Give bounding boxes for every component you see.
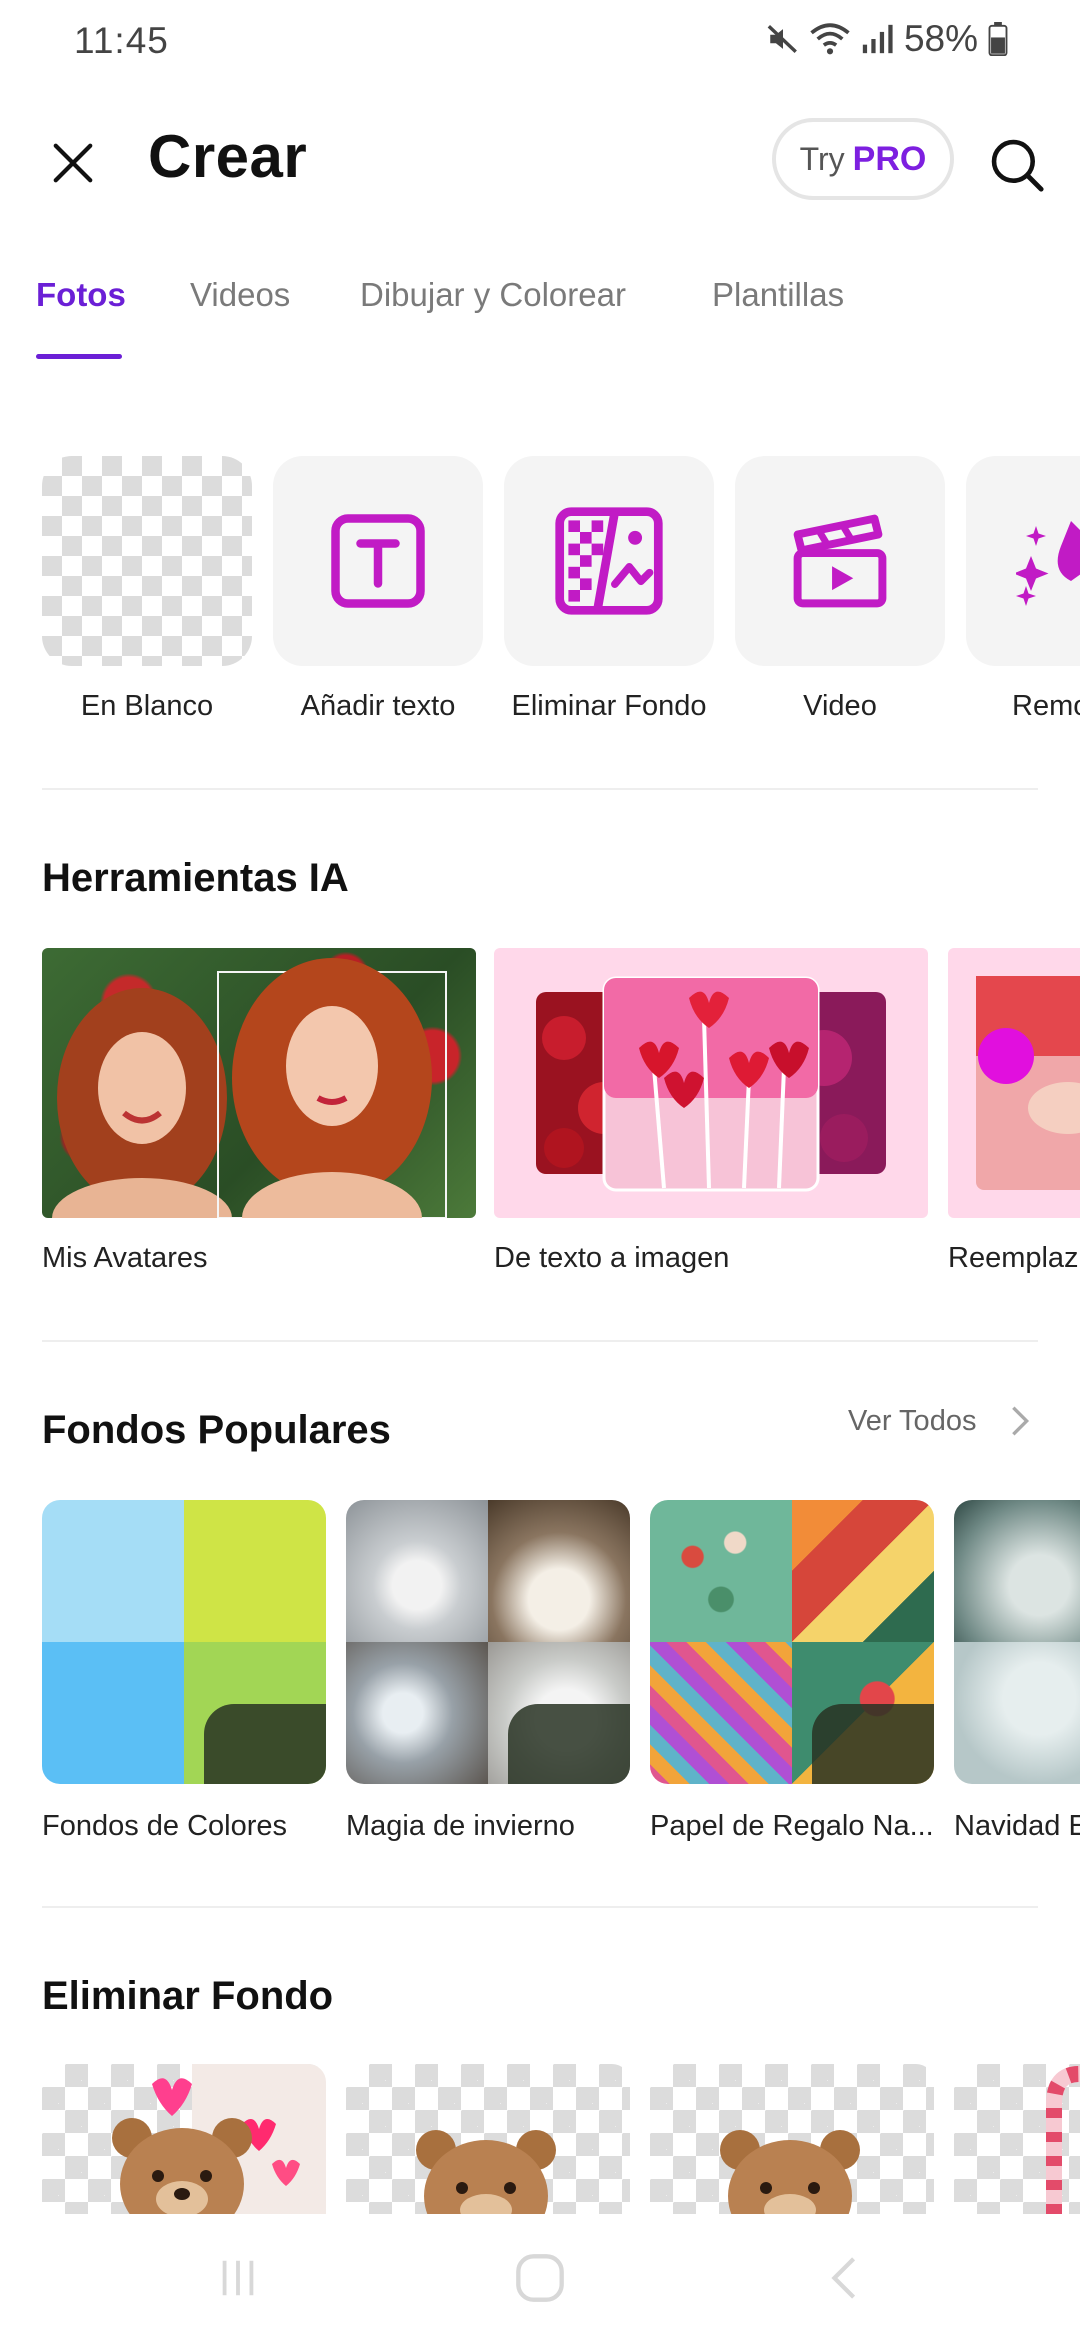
home-button[interactable] bbox=[510, 2250, 570, 2306]
back-icon bbox=[831, 2257, 856, 2299]
ai-tools-row: Mis Avatares De texto a imagen Reemplaz bbox=[0, 948, 1080, 1288]
status-time: 11:45 bbox=[74, 20, 169, 61]
remove-background-example[interactable] bbox=[650, 2064, 934, 2214]
wifi-icon bbox=[810, 23, 850, 55]
try-pro-button[interactable]: Try PRO bbox=[772, 118, 954, 200]
quick-tool-blank[interactable]: En Blanco bbox=[42, 456, 252, 723]
section-title-ai-tools: Herramientas IA bbox=[42, 856, 349, 900]
quick-tools-row: En Blanco Añadir texto Eliminar Fondo Vi… bbox=[0, 456, 1080, 736]
quick-tool-video[interactable]: Video bbox=[735, 456, 945, 723]
tab-videos[interactable]: Videos bbox=[190, 276, 290, 314]
tab-plantillas[interactable]: Plantillas bbox=[712, 276, 844, 314]
signal-icon bbox=[862, 24, 893, 54]
background-pack[interactable]: 8 Papel de Regalo Na... bbox=[650, 1500, 934, 1843]
pack-count-badge: 7 bbox=[508, 1704, 630, 1784]
sparkle-icon bbox=[1016, 521, 1080, 606]
quick-tool-label: En Blanco bbox=[80, 690, 214, 722]
ai-tool-label: Reemplaz bbox=[948, 1242, 1079, 1274]
quick-tool-label: Remo bbox=[1012, 690, 1080, 722]
section-title-remove-background: Eliminar Fondo bbox=[42, 1974, 334, 2018]
page-title: Crear bbox=[148, 123, 308, 190]
search-button[interactable] bbox=[982, 130, 1052, 200]
candy-cane-image bbox=[1046, 2065, 1080, 2214]
remove-background-icon bbox=[555, 507, 663, 615]
background-pack-label: Papel de Regalo Na... bbox=[650, 1810, 934, 1842]
quick-tool-label: Eliminar Fondo bbox=[511, 690, 707, 722]
active-tab-indicator bbox=[36, 354, 122, 359]
see-all-label: Ver Todos bbox=[848, 1404, 977, 1437]
recent-apps-icon bbox=[222, 2260, 254, 2296]
popular-backgrounds-row: 17 Fondos de Colores 7 Magia de invierno… bbox=[0, 1500, 1080, 1860]
battery-percent: 58% bbox=[903, 18, 978, 59]
remove-background-example[interactable] bbox=[42, 2064, 326, 2214]
recent-apps-button[interactable] bbox=[208, 2250, 268, 2306]
remove-background-example[interactable] bbox=[954, 2064, 1080, 2214]
avatars-thumbnail bbox=[42, 948, 476, 1218]
text-to-image-illustration bbox=[536, 976, 886, 1192]
background-pack[interactable]: Navidad E bbox=[954, 1500, 1080, 1843]
text-to-image-thumbnail bbox=[494, 948, 928, 1218]
ai-tool-avatars[interactable]: Mis Avatares bbox=[42, 948, 476, 1275]
replace-thumbnail bbox=[948, 948, 1080, 1218]
background-pack-label: Magia de invierno bbox=[346, 1810, 575, 1842]
divider bbox=[42, 1340, 1038, 1342]
divider bbox=[42, 788, 1038, 790]
pro-label: PRO bbox=[852, 139, 927, 178]
mute-icon bbox=[767, 25, 797, 53]
remove-background-example[interactable] bbox=[346, 2064, 630, 2214]
avatars-illustration bbox=[52, 958, 447, 1218]
quick-tool-label: Video bbox=[803, 690, 877, 722]
home-icon bbox=[516, 2254, 564, 2302]
color-backgrounds-thumbnail: 17 bbox=[42, 1500, 326, 1784]
try-label: Try bbox=[799, 140, 845, 177]
category-tabs: Fotos Videos Dibujar y Colorear Plantill… bbox=[0, 268, 1080, 360]
checkerboard-icon bbox=[42, 456, 252, 666]
background-pack-label: Fondos de Colores bbox=[42, 1810, 288, 1842]
teddy-bear-image bbox=[112, 2064, 326, 2214]
tab-dibujar-y-colorear[interactable]: Dibujar y Colorear bbox=[360, 276, 626, 314]
pack-count-badge: 17 bbox=[204, 1704, 326, 1784]
quick-tool-remove-background[interactable]: Eliminar Fondo bbox=[504, 456, 714, 723]
tab-fotos[interactable]: Fotos bbox=[36, 276, 126, 314]
back-button[interactable] bbox=[814, 2250, 874, 2306]
close-icon bbox=[53, 143, 93, 183]
app-header: Crear Try PRO bbox=[0, 110, 1080, 210]
battery-icon bbox=[988, 22, 1008, 56]
background-pack[interactable]: 17 Fondos de Colores bbox=[42, 1500, 326, 1843]
christmas-thumbnail bbox=[954, 1500, 1080, 1784]
teddy-bear-image bbox=[720, 2130, 860, 2214]
close-button[interactable] bbox=[40, 130, 106, 196]
teddy-bear-image bbox=[416, 2130, 556, 2214]
clapperboard-icon bbox=[793, 514, 887, 608]
system-nav-bar bbox=[0, 2214, 1080, 2340]
background-pack-label: Navidad E bbox=[954, 1810, 1080, 1842]
winter-magic-thumbnail: 7 bbox=[346, 1500, 630, 1784]
quick-tool-add-text[interactable]: Añadir texto bbox=[273, 456, 483, 723]
ai-tool-replace[interactable]: Reemplaz bbox=[948, 948, 1080, 1275]
chevron-right-icon bbox=[1012, 1406, 1030, 1436]
background-pack[interactable]: 7 Magia de invierno bbox=[346, 1500, 630, 1843]
ai-tool-label: Mis Avatares bbox=[42, 1242, 208, 1274]
divider bbox=[42, 1906, 1038, 1908]
status-bar: 11:45 58% bbox=[0, 0, 1080, 90]
see-all-link[interactable]: Ver Todos bbox=[848, 1404, 1030, 1438]
status-icons: 58% bbox=[766, 18, 1008, 60]
pack-count-badge: 8 bbox=[812, 1704, 934, 1784]
quick-tool-remove[interactable]: Remo bbox=[966, 456, 1080, 723]
section-title-popular-backgrounds: Fondos Populares bbox=[42, 1408, 391, 1452]
search-icon bbox=[991, 139, 1044, 192]
gift-wrap-thumbnail: 8 bbox=[650, 1500, 934, 1784]
remove-background-row bbox=[0, 2064, 1080, 2214]
ai-tool-label: De texto a imagen bbox=[494, 1242, 730, 1274]
text-icon bbox=[331, 514, 425, 608]
replace-illustration bbox=[976, 976, 1080, 1190]
quick-tool-label: Añadir texto bbox=[300, 690, 456, 722]
ai-tool-text-to-image[interactable]: De texto a imagen bbox=[494, 948, 928, 1275]
